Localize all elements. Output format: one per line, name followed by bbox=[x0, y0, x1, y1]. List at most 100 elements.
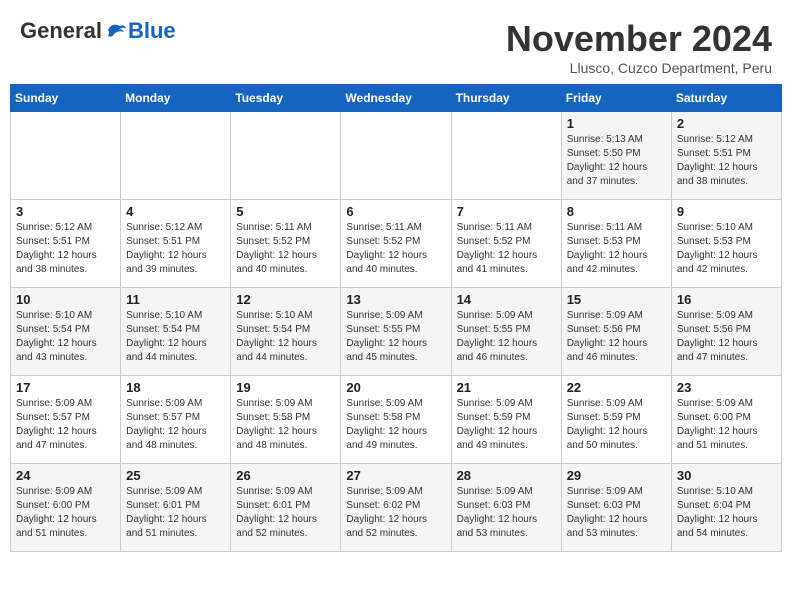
calendar-cell: 6 Sunrise: 5:11 AM Sunset: 5:52 PM Daylig… bbox=[341, 200, 451, 288]
calendar-cell bbox=[451, 112, 561, 200]
weekday-header-row: SundayMondayTuesdayWednesdayThursdayFrid… bbox=[11, 85, 782, 112]
day-number: 16 bbox=[677, 292, 776, 307]
week-row-3: 10 Sunrise: 5:10 AM Sunset: 5:54 PM Dayli… bbox=[11, 288, 782, 376]
calendar-cell: 21Sunrise: 5:09 AM Sunset: 5:59 PM Dayli… bbox=[451, 376, 561, 464]
day-number: 8 bbox=[567, 204, 666, 219]
day-info: Sunrise: 5:09 AM Sunset: 5:56 PM Dayligh… bbox=[567, 309, 666, 365]
day-number: 15 bbox=[567, 292, 666, 307]
day-info: Sunrise: 5:10 AM Sunset: 5:54 PM Dayligh… bbox=[16, 309, 115, 365]
logo-blue-text: Blue bbox=[128, 18, 176, 44]
day-info: Sunrise: 5:11 AM Sunset: 5:52 PM Dayligh… bbox=[236, 221, 335, 277]
calendar-cell: 25Sunrise: 5:09 AM Sunset: 6:01 PM Dayli… bbox=[121, 464, 231, 552]
logo: General Blue bbox=[20, 18, 176, 44]
day-number: 14 bbox=[457, 292, 556, 307]
day-info: Sunrise: 5:09 AM Sunset: 6:03 PM Dayligh… bbox=[457, 485, 556, 541]
day-number: 7 bbox=[457, 204, 556, 219]
day-info: Sunrise: 5:09 AM Sunset: 5:58 PM Dayligh… bbox=[236, 397, 335, 453]
day-number: 19 bbox=[236, 380, 335, 395]
calendar-table: SundayMondayTuesdayWednesdayThursdayFrid… bbox=[10, 84, 782, 552]
calendar-cell: 4 Sunrise: 5:12 AM Sunset: 5:51 PM Daylig… bbox=[121, 200, 231, 288]
calendar-cell: 10 Sunrise: 5:10 AM Sunset: 5:54 PM Dayli… bbox=[11, 288, 121, 376]
day-info: Sunrise: 5:09 AM Sunset: 6:03 PM Dayligh… bbox=[567, 485, 666, 541]
day-info: Sunrise: 5:09 AM Sunset: 5:56 PM Dayligh… bbox=[677, 309, 776, 365]
day-info: Sunrise: 5:09 AM Sunset: 5:57 PM Dayligh… bbox=[126, 397, 225, 453]
weekday-header-friday: Friday bbox=[561, 85, 671, 112]
calendar-cell: 28 Sunrise: 5:09 AM Sunset: 6:03 PM Dayli… bbox=[451, 464, 561, 552]
calendar-cell: 8 Sunrise: 5:11 AM Sunset: 5:53 PM Daylig… bbox=[561, 200, 671, 288]
day-number: 23 bbox=[677, 380, 776, 395]
calendar-cell: 2Sunrise: 5:12 AM Sunset: 5:51 PM Daylig… bbox=[671, 112, 781, 200]
day-number: 10 bbox=[16, 292, 115, 307]
day-info: Sunrise: 5:12 AM Sunset: 5:51 PM Dayligh… bbox=[126, 221, 225, 277]
day-number: 24 bbox=[16, 468, 115, 483]
day-number: 28 bbox=[457, 468, 556, 483]
calendar-cell: 12Sunrise: 5:10 AM Sunset: 5:54 PM Dayli… bbox=[231, 288, 341, 376]
calendar-cell: 16 Sunrise: 5:09 AM Sunset: 5:56 PM Dayli… bbox=[671, 288, 781, 376]
weekday-header-sunday: Sunday bbox=[11, 85, 121, 112]
calendar-cell: 24 Sunrise: 5:09 AM Sunset: 6:00 PM Dayli… bbox=[11, 464, 121, 552]
calendar-cell: 17 Sunrise: 5:09 AM Sunset: 5:57 PM Dayli… bbox=[11, 376, 121, 464]
calendar-cell: 29 Sunrise: 5:09 AM Sunset: 6:03 PM Dayli… bbox=[561, 464, 671, 552]
day-number: 1 bbox=[567, 116, 666, 131]
weekday-header-wednesday: Wednesday bbox=[341, 85, 451, 112]
calendar-cell: 22 Sunrise: 5:09 AM Sunset: 5:59 PM Dayli… bbox=[561, 376, 671, 464]
day-info: Sunrise: 5:11 AM Sunset: 5:53 PM Dayligh… bbox=[567, 221, 666, 277]
calendar-cell: 14 Sunrise: 5:09 AM Sunset: 5:55 PM Dayli… bbox=[451, 288, 561, 376]
day-number: 27 bbox=[346, 468, 445, 483]
week-row-5: 24 Sunrise: 5:09 AM Sunset: 6:00 PM Dayli… bbox=[11, 464, 782, 552]
calendar-cell: 1 Sunrise: 5:13 AM Sunset: 5:50 PM Daylig… bbox=[561, 112, 671, 200]
day-number: 2 bbox=[677, 116, 776, 131]
calendar-cell bbox=[231, 112, 341, 200]
calendar-cell: 3 Sunrise: 5:12 AM Sunset: 5:51 PM Daylig… bbox=[11, 200, 121, 288]
calendar-cell: 5 Sunrise: 5:11 AM Sunset: 5:52 PM Daylig… bbox=[231, 200, 341, 288]
day-info: Sunrise: 5:09 AM Sunset: 6:01 PM Dayligh… bbox=[126, 485, 225, 541]
day-info: Sunrise: 5:12 AM Sunset: 5:51 PM Dayligh… bbox=[16, 221, 115, 277]
day-info: Sunrise: 5:10 AM Sunset: 5:53 PM Dayligh… bbox=[677, 221, 776, 277]
day-info: Sunrise: 5:09 AM Sunset: 5:57 PM Dayligh… bbox=[16, 397, 115, 453]
day-info: Sunrise: 5:09 AM Sunset: 6:00 PM Dayligh… bbox=[16, 485, 115, 541]
month-year-title: November 2024 bbox=[506, 18, 772, 60]
title-block: November 2024 Llusco, Cuzco Department, … bbox=[506, 18, 772, 76]
day-info: Sunrise: 5:11 AM Sunset: 5:52 PM Dayligh… bbox=[457, 221, 556, 277]
calendar-cell bbox=[11, 112, 121, 200]
day-number: 11 bbox=[126, 292, 225, 307]
calendar-cell: 30Sunrise: 5:10 AM Sunset: 6:04 PM Dayli… bbox=[671, 464, 781, 552]
week-row-1: 1 Sunrise: 5:13 AM Sunset: 5:50 PM Daylig… bbox=[11, 112, 782, 200]
location-subtitle: Llusco, Cuzco Department, Peru bbox=[506, 60, 772, 76]
day-number: 22 bbox=[567, 380, 666, 395]
day-info: Sunrise: 5:11 AM Sunset: 5:52 PM Dayligh… bbox=[346, 221, 445, 277]
day-info: Sunrise: 5:09 AM Sunset: 6:01 PM Dayligh… bbox=[236, 485, 335, 541]
day-number: 5 bbox=[236, 204, 335, 219]
day-info: Sunrise: 5:09 AM Sunset: 5:58 PM Dayligh… bbox=[346, 397, 445, 453]
day-number: 21 bbox=[457, 380, 556, 395]
day-number: 6 bbox=[346, 204, 445, 219]
calendar-cell: 19 Sunrise: 5:09 AM Sunset: 5:58 PM Dayli… bbox=[231, 376, 341, 464]
weekday-header-saturday: Saturday bbox=[671, 85, 781, 112]
day-info: Sunrise: 5:09 AM Sunset: 5:55 PM Dayligh… bbox=[457, 309, 556, 365]
weekday-header-monday: Monday bbox=[121, 85, 231, 112]
day-info: Sunrise: 5:13 AM Sunset: 5:50 PM Dayligh… bbox=[567, 133, 666, 189]
day-number: 30 bbox=[677, 468, 776, 483]
weekday-header-thursday: Thursday bbox=[451, 85, 561, 112]
day-number: 20 bbox=[346, 380, 445, 395]
day-number: 4 bbox=[126, 204, 225, 219]
week-row-2: 3 Sunrise: 5:12 AM Sunset: 5:51 PM Daylig… bbox=[11, 200, 782, 288]
weekday-header-tuesday: Tuesday bbox=[231, 85, 341, 112]
calendar-cell bbox=[121, 112, 231, 200]
day-number: 29 bbox=[567, 468, 666, 483]
day-number: 12 bbox=[236, 292, 335, 307]
calendar-cell bbox=[341, 112, 451, 200]
day-number: 3 bbox=[16, 204, 115, 219]
day-info: Sunrise: 5:09 AM Sunset: 6:00 PM Dayligh… bbox=[677, 397, 776, 453]
calendar-cell: 18 Sunrise: 5:09 AM Sunset: 5:57 PM Dayli… bbox=[121, 376, 231, 464]
day-number: 17 bbox=[16, 380, 115, 395]
calendar-cell: 9Sunrise: 5:10 AM Sunset: 5:53 PM Daylig… bbox=[671, 200, 781, 288]
day-info: Sunrise: 5:09 AM Sunset: 5:59 PM Dayligh… bbox=[567, 397, 666, 453]
logo-bird-icon bbox=[104, 20, 128, 42]
calendar-cell: 15 Sunrise: 5:09 AM Sunset: 5:56 PM Dayli… bbox=[561, 288, 671, 376]
calendar-cell: 13Sunrise: 5:09 AM Sunset: 5:55 PM Dayli… bbox=[341, 288, 451, 376]
calendar-cell: 7 Sunrise: 5:11 AM Sunset: 5:52 PM Daylig… bbox=[451, 200, 561, 288]
day-number: 18 bbox=[126, 380, 225, 395]
logo-general-text: General bbox=[20, 18, 102, 44]
day-number: 26 bbox=[236, 468, 335, 483]
